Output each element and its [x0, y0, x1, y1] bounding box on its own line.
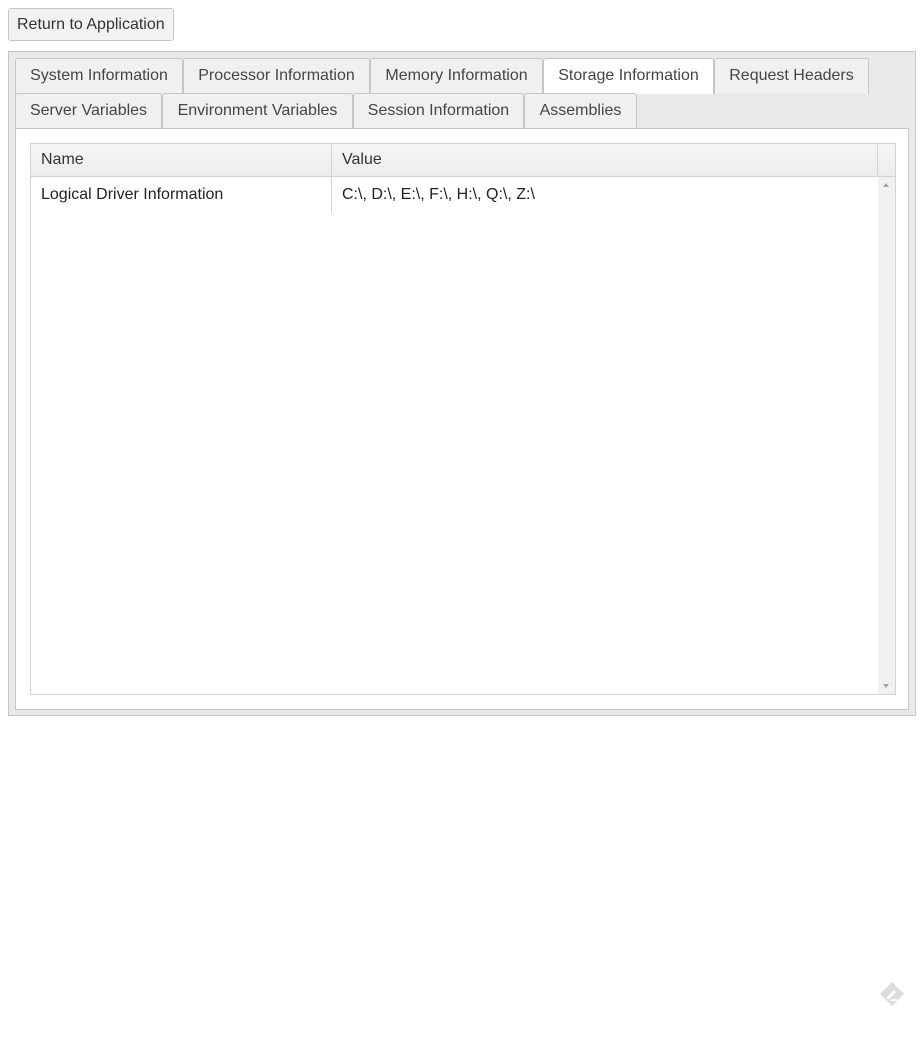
tab-session-information[interactable]: Session Information [353, 93, 524, 129]
scroll-down-arrow-icon[interactable] [883, 684, 889, 688]
column-header-scrollbar-spacer [878, 144, 895, 176]
tab-assemblies[interactable]: Assemblies [524, 93, 637, 129]
column-header-value[interactable]: Value [332, 144, 878, 176]
feedback-pencil-icon[interactable] [878, 980, 906, 1008]
tab-storage-information[interactable]: Storage Information [543, 58, 714, 94]
column-header-name[interactable]: Name [31, 144, 332, 176]
scroll-up-arrow-icon[interactable] [883, 183, 889, 187]
tab-environment-variables[interactable]: Environment Variables [162, 93, 353, 129]
return-to-application-button[interactable]: Return to Application [8, 8, 174, 41]
tab-panel-storage-information: Name Value Logical Driver Information C:… [15, 128, 909, 710]
storage-info-grid: Name Value Logical Driver Information C:… [30, 143, 896, 695]
vertical-scrollbar[interactable] [878, 177, 895, 694]
tab-server-variables[interactable]: Server Variables [15, 93, 162, 129]
grid-header: Name Value [31, 144, 895, 177]
cell-name: Logical Driver Information [31, 177, 332, 213]
tab-system-information[interactable]: System Information [15, 58, 183, 94]
tabs-widget: System Information Processor Information… [8, 51, 916, 716]
table-row[interactable]: Logical Driver Information C:\, D:\, E:\… [31, 177, 878, 213]
tab-memory-information[interactable]: Memory Information [370, 58, 543, 94]
tab-request-headers[interactable]: Request Headers [714, 58, 869, 94]
cell-value: C:\, D:\, E:\, F:\, H:\, Q:\, Z:\ [342, 186, 535, 203]
tab-processor-information[interactable]: Processor Information [183, 58, 370, 94]
